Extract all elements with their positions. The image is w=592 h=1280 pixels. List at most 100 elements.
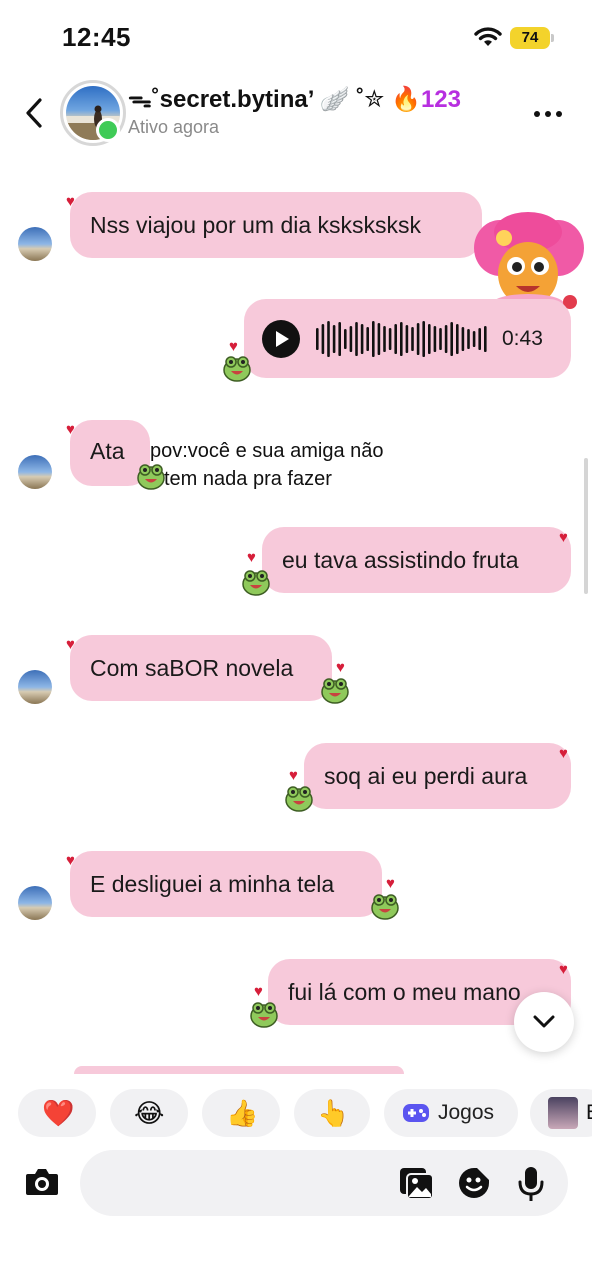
quick-reaction-pointing[interactable]: 👆 (294, 1089, 370, 1137)
chevron-down-icon (533, 1015, 555, 1028)
frog-sticker-icon (250, 1002, 278, 1028)
chat-scrollbar[interactable] (584, 458, 588, 594)
heart-reaction-icon: ♥ (336, 659, 345, 676)
waveform-bar (377, 323, 381, 355)
message-bubble-partial[interactable] (74, 1066, 404, 1074)
waveform-bar (388, 328, 392, 350)
games-chip[interactable]: Jogos (384, 1089, 518, 1137)
camera-icon[interactable] (24, 1166, 60, 1198)
waveform-bar (456, 324, 459, 354)
scroll-to-bottom-button[interactable] (514, 992, 574, 1052)
overlay-caption-line-1: pov:você e sua amiga não (150, 440, 384, 462)
contact-name-decoration: 🪽 ˚✮ (313, 86, 392, 113)
waveform-bar (316, 328, 319, 350)
frog-sticker-icon (371, 894, 399, 920)
frog-sticker-icon (242, 570, 270, 596)
waveform-bar (422, 321, 425, 357)
waveform-bar (383, 326, 386, 352)
waveform-bar (360, 324, 364, 354)
waveform-bar (450, 322, 453, 356)
overlay-caption-line-2: tem nada pra fazer (164, 468, 332, 490)
overlay-caption: pov:você e sua amiga não tem nada pra fa… (150, 437, 384, 493)
heart-reaction-icon: ♥ (386, 875, 395, 892)
waveform-bar (405, 325, 409, 353)
waveform-bar (472, 331, 476, 347)
heart-reaction-icon: ♥ (289, 767, 298, 784)
heart-icon: ❤️ (42, 1098, 75, 1128)
frog-sticker-icon (285, 786, 313, 812)
waveform-bar (444, 325, 448, 353)
activity-status: Ativo agora (128, 117, 220, 137)
message-text: eu tava assistindo fruta (282, 547, 519, 573)
waveform-bar (366, 327, 369, 351)
quick-reaction-thumbs-up[interactable]: 👍 (202, 1089, 280, 1137)
waveform-bar (394, 324, 397, 354)
message-input[interactable] (80, 1150, 568, 1216)
waveform-bar (467, 329, 470, 349)
more-options-icon[interactable] (534, 104, 568, 117)
waveform-bar (349, 326, 353, 352)
waveform-bar (428, 324, 431, 354)
message-bubble-received[interactable]: Nss viajou por um dia ksksksksk (70, 192, 482, 258)
waveform-bar (372, 321, 375, 357)
waveform-bar (355, 322, 358, 356)
waveform-bar (439, 328, 442, 350)
waveform-bar (338, 322, 341, 356)
waveform-bar (344, 329, 347, 349)
message-text: fui lá com o meu mano (288, 979, 521, 1005)
waveform-bar (327, 321, 330, 357)
battery-indicator: 74 (510, 27, 550, 49)
heart-reaction-icon: ♥ (559, 745, 568, 762)
contact-name[interactable]: ᯓ˚secret.bytina’ 🪽 ˚✮ 🔥123 (128, 82, 461, 115)
frog-sticker-icon (223, 356, 251, 382)
audio-waveform[interactable] (314, 319, 490, 359)
pointing-up-icon: 👆 (317, 1098, 350, 1128)
sender-avatar[interactable] (18, 670, 52, 704)
message-text: Nss viajou por um dia ksksksksk (90, 212, 422, 238)
sender-avatar[interactable] (18, 886, 52, 920)
frog-sticker-icon (137, 464, 165, 490)
microphone-icon[interactable] (518, 1166, 544, 1202)
back-arrow-icon[interactable] (22, 96, 46, 130)
heart-reaction-icon: ♥ (247, 549, 256, 566)
message-text: Ata (90, 438, 125, 464)
waveform-bar (478, 328, 481, 350)
heart-reaction-icon: ♥ (254, 983, 263, 1000)
play-icon[interactable] (262, 320, 300, 358)
wifi-icon (474, 27, 502, 46)
message-bubble-received[interactable]: Com saBOR novela (70, 635, 332, 701)
message-bubble-sent[interactable]: soq ai eu perdi aura (304, 743, 571, 809)
heart-reaction-icon: ♥ (559, 961, 568, 978)
waveform-bar (433, 326, 437, 352)
quick-reaction-laugh[interactable]: 😂 (110, 1089, 188, 1137)
streak-badge: 🔥123 (391, 86, 462, 113)
battery-cap (551, 34, 554, 42)
waveform-bar (484, 326, 487, 352)
games-chip-label: Jogos (438, 1101, 495, 1124)
message-bubble-sent[interactable]: eu tava assistindo fruta (262, 527, 571, 593)
avatar-chip[interactable]: E (530, 1089, 592, 1137)
avatar-chip-label: E (586, 1101, 592, 1125)
contact-name-text: ᯓ˚secret.bytina’ (128, 86, 314, 113)
sender-avatar[interactable] (18, 455, 52, 489)
laughing-icon: 😂 (134, 1098, 165, 1128)
message-bubble-received[interactable]: E desliguei a minha tela (70, 851, 382, 917)
quick-reaction-heart[interactable]: ❤️ (18, 1089, 96, 1137)
gamepad-icon (403, 1104, 429, 1122)
online-status-dot (96, 118, 120, 142)
waveform-bar (411, 327, 414, 351)
sender-avatar[interactable] (18, 227, 52, 261)
waveform-bar (400, 322, 403, 356)
status-time: 12:45 (62, 22, 131, 52)
message-text: Com saBOR novela (90, 655, 294, 681)
voice-message-bubble[interactable]: 0:43 (244, 299, 571, 378)
sticker-icon[interactable] (457, 1166, 491, 1200)
avatar (548, 1097, 578, 1129)
message-text: E desliguei a minha tela (90, 871, 335, 897)
waveform-bar (461, 327, 465, 351)
gallery-icon[interactable] (398, 1166, 434, 1200)
waveform-bar (321, 324, 325, 354)
waveform-bar (416, 323, 420, 355)
audio-duration: 0:43 (502, 327, 543, 350)
heart-reaction-icon: ♥ (559, 529, 568, 546)
